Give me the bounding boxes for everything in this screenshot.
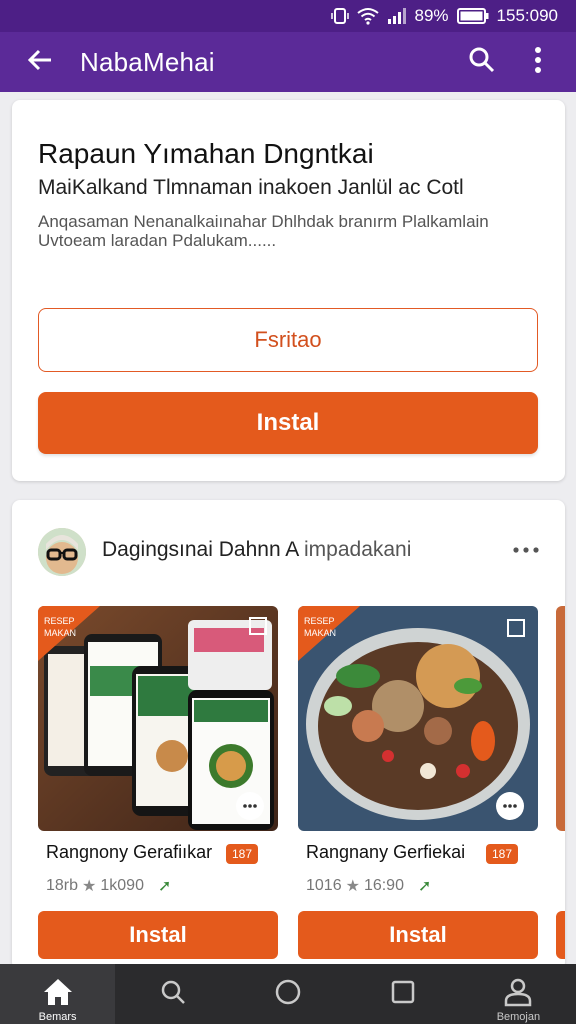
app-thumbnail[interactable]: RESEP MAKAN [38,606,278,831]
profile-icon [503,977,533,1012]
promo-card: Rapaun Yımahan Dngntkai MaiKalkand Tlmna… [12,100,565,481]
star-icon: ★ [82,878,97,895]
install-button[interactable]: Instal [38,911,278,959]
app-rating: 1016 [306,877,342,894]
wifi-icon [356,7,379,25]
app-meta: 1016 ★ 16:90 ➚ [306,876,431,896]
more-horiz-icon [512,541,540,559]
nav-item-search[interactable] [115,964,230,1024]
install-button[interactable]: Instal [38,392,538,454]
search-icon [159,978,187,1011]
status-bar: 89% 155:090 [0,0,576,32]
promo-description-line: Anqasaman Nenanalkaiınahar Dhlhdak branı… [38,212,489,231]
post-more-button[interactable] [506,530,546,570]
app-tile[interactable]: RESEP MAKAN Rangnany Gerfiekai 187 1016 … [298,606,539,964]
star-icon: ★ [345,878,360,895]
svg-text:RESEP: RESEP [44,616,75,626]
bottom-nav: Bemars Bemojan [0,964,576,1024]
trending-icon: ➚ [417,878,432,895]
outline-button[interactable]: Fsritao [38,308,538,372]
app-downloads: 1k090 [100,877,144,894]
post-title: Dagingsınai Dahnn A impadakani [102,538,411,562]
app-badge: 187 [226,844,259,864]
app-meta: 18rb ★ 1k090 ➚ [46,876,171,896]
svg-text:RESEP: RESEP [304,616,335,626]
promo-description: Anqasaman Nenanalkaiınahar Dhlhdak branı… [38,212,538,250]
app-tile-partial[interactable] [556,606,565,964]
avatar[interactable] [38,528,86,576]
promo-heading: Rapaun Yımahan Dngntkai [38,138,374,169]
app-thumbnail[interactable] [556,606,565,831]
nav-label: Bemars [38,1011,77,1023]
install-button[interactable] [556,911,565,959]
post-card: Dagingsınai Dahnn A impadakani RESEP MAK… [12,500,565,970]
app-name: Rangnany Gerfiekai [306,842,466,862]
app-tile[interactable]: RESEP MAKAN Rangnony Gerafiıkar 187 18rb… [38,606,279,964]
app-badge: 187 [486,844,519,864]
clock: 155:090 [496,6,558,25]
nav-item-home[interactable]: Bemars [0,964,116,1024]
promo-subheading: MaiKalkand Tlmnaman inakoen Janlül ac Co… [38,176,464,199]
nav-item-recents[interactable] [346,964,461,1024]
more-vert-icon [534,46,542,79]
post-action: impadakani [304,538,412,561]
app-name: Rangnony Gerafiıkar [46,842,213,862]
post-author[interactable]: Dagingsınai Dahnn A [102,538,298,561]
nav-item-home-button[interactable] [230,964,345,1024]
more-options-button[interactable] [510,32,566,92]
trending-icon: ➚ [157,878,172,895]
svg-text:MAKAN: MAKAN [304,628,336,638]
vibrate-icon [330,7,349,25]
signal-icon [387,7,407,25]
square-icon [389,978,417,1011]
promo-description-line: Uvtoeam laradan Pdalukam...... [38,231,277,250]
back-arrow-icon [26,46,54,79]
battery-percent: 89% [414,6,449,25]
back-button[interactable] [0,32,80,92]
search-icon [468,46,496,79]
app-rating: 18rb [46,877,79,894]
app-downloads: 16:90 [363,877,404,894]
circle-icon [273,977,303,1012]
search-button[interactable] [454,32,510,92]
app-bar: NabaMehai [0,32,576,92]
app-title: NabaMehai [80,46,215,77]
install-button[interactable]: Instal [298,911,538,959]
svg-text:MAKAN: MAKAN [44,628,76,638]
home-icon [42,977,74,1012]
nav-label: Bemojan [496,1011,541,1023]
battery-icon [456,7,489,25]
app-thumbnail[interactable]: RESEP MAKAN [298,606,538,831]
nav-item-profile[interactable]: Bemojan [461,964,576,1024]
